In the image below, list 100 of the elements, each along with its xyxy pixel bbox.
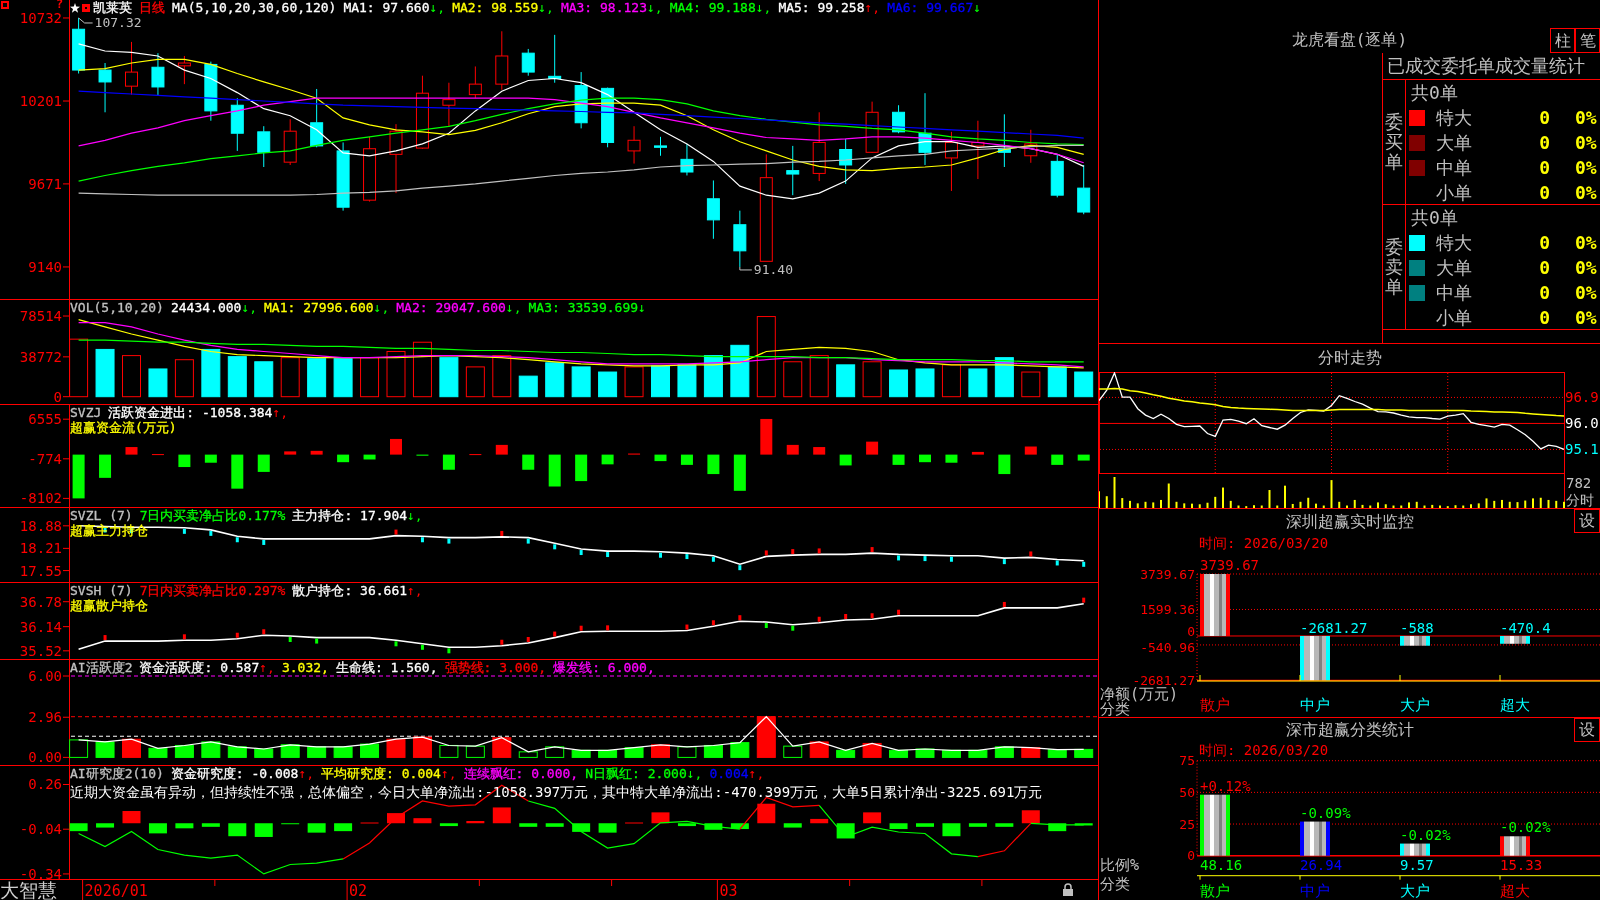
legend-text: 散户持仓: 36.661 — [292, 583, 408, 598]
legend-text: 生命线: 1.560, — [335, 660, 438, 675]
axis-tick-label: -8102 — [19, 490, 62, 507]
order-percent: 0% — [1575, 231, 1597, 255]
legend-text: MA4: 99.188 — [669, 0, 756, 15]
legend-text: MA1: 97.660 — [343, 0, 430, 15]
value-label: 9.57 — [1400, 857, 1434, 873]
legend-text: N日飘红: 2.000 — [585, 766, 687, 781]
order-size-label: 特大 — [1436, 231, 1473, 255]
order-count: 0 — [1538, 156, 1550, 180]
axis-tick-label: 17.55 — [19, 562, 62, 579]
legend-text: AI研究度2(10) — [70, 766, 164, 781]
order-size-label: 小单 — [1436, 181, 1473, 205]
timestamp-label: 时间: 2026/03/20 — [1198, 535, 1330, 552]
trend-arrow: ↑, — [298, 766, 315, 781]
axis-tick-label: -0.34 — [19, 865, 62, 879]
order-count: 0 — [1538, 306, 1550, 330]
category-label: 散户 — [1200, 882, 1230, 900]
legend-text: MA5: 99.258 — [778, 0, 865, 15]
axis-tick-label: 25 — [1179, 816, 1195, 832]
axis-tick-label: 50 — [1179, 784, 1195, 800]
panel-title: 深市超赢分类统计 — [1285, 720, 1414, 740]
axis-title: 分时 — [1566, 492, 1594, 508]
legend-text: 资金活跃度: 0.587 — [139, 660, 260, 675]
category-label: 大户 — [1400, 882, 1430, 900]
order-percent: 0% — [1575, 181, 1597, 205]
legend-text: VOL(5,10,20) — [70, 300, 164, 315]
trend-arrow: ↑, — [259, 660, 275, 675]
order-percent: 0% — [1575, 131, 1597, 155]
axis-tick-label: 2.96 — [28, 709, 62, 726]
order-count: 0 — [1538, 131, 1550, 155]
group-label: 委卖单 — [1385, 237, 1403, 297]
category-label: 大户 — [1400, 696, 1430, 714]
panel-title: 龙虎看盘(逐单) — [1291, 30, 1408, 50]
value-label: -588 — [1400, 619, 1434, 636]
trend-arrow: ↓, — [407, 508, 423, 523]
axis-tick-label: 0.26 — [28, 776, 62, 793]
legend-text: SVZL (7) — [70, 508, 133, 523]
legend-text: 凯莱英 — [93, 0, 132, 15]
trend-arrow: ↓, — [505, 300, 522, 315]
trend-arrow: ↑, — [864, 0, 881, 15]
legend-text: 超赢散户持仓 — [70, 598, 148, 613]
legend-text: MA1: 27996.600 — [264, 300, 374, 315]
order-percent: 0% — [1575, 156, 1597, 180]
order-percent: 0% — [1575, 106, 1597, 130]
axis-tick-label: 3739.67 — [1140, 566, 1195, 582]
order-percent: 0% — [1575, 306, 1597, 330]
legend-text: 0.004 — [709, 766, 749, 781]
axis-tick-label: 18.88 — [19, 517, 62, 534]
order-size-label: 小单 — [1436, 306, 1473, 330]
trend-arrow: ↓, — [429, 0, 446, 15]
category-label: 散户 — [1200, 696, 1230, 714]
legend-text: 超赢资金流(万元) — [70, 420, 177, 435]
trend-arrow: ↓ — [638, 300, 646, 315]
value-label: -2681.27 — [1300, 619, 1368, 636]
axis-tick-label: 96.0 — [1565, 415, 1599, 432]
legend-text: MA2: 98.559 — [452, 0, 539, 15]
axis-tick-label: 6555 — [28, 411, 62, 428]
timestamp-label: 时间: 2026/03/20 — [1198, 742, 1330, 758]
trend-arrow: ↓, — [755, 0, 772, 15]
axis-tick-label: 18.21 — [19, 540, 62, 557]
order-size-label: 中单 — [1436, 281, 1473, 305]
order-size-label: 大单 — [1436, 131, 1473, 155]
legend-text: MA6: 99.667 — [887, 0, 974, 15]
category-label: 超大 — [1500, 696, 1530, 714]
order-count: 0 — [1538, 231, 1550, 255]
order-count: 0 — [1538, 256, 1550, 280]
brand-name: 大智慧 — [0, 880, 58, 900]
order-size-label: 中单 — [1436, 156, 1473, 180]
legend-text: 主力持仓: 17.904 — [292, 508, 408, 523]
date-label: 02 — [349, 882, 368, 900]
axis-title: 分类 — [1100, 875, 1130, 893]
category-label: 中户 — [1300, 696, 1330, 714]
legend-text: AI活跃度2 — [70, 660, 133, 675]
legend-text: 日线 — [139, 0, 165, 15]
axis-tick-label: 78514 — [19, 308, 62, 324]
legend-text: 活跃资金进出: -1058.384 — [108, 405, 273, 420]
trend-arrow: ↑, — [440, 766, 457, 781]
order-count: 0 — [1538, 281, 1550, 305]
axis-tick-label: 6.00 — [28, 668, 62, 684]
axis-tick-label: -0.04 — [19, 821, 62, 838]
axis-title: 比例% — [1100, 856, 1140, 874]
group-total: 共0单 — [1410, 206, 1459, 230]
axis-tick-label: 10732 — [19, 10, 62, 26]
group-total: 共0单 — [1410, 81, 1459, 105]
legend-text: 连续飘红: 0.000, — [463, 766, 579, 781]
order-size-label: 特大 — [1436, 106, 1473, 130]
order-percent: 0% — [1575, 281, 1597, 305]
legend-text: 平均研究度: 0.004 — [321, 766, 441, 781]
legend-text: SVZJ — [70, 405, 102, 420]
axis-tick-label: -774 — [28, 450, 62, 467]
axis-tick-label: 36.78 — [19, 593, 62, 610]
trend-arrow: ↓, — [241, 300, 258, 315]
legend-text: MA3: 33539.699 — [528, 300, 639, 315]
legend-text: MA2: 29047.600 — [396, 300, 506, 315]
legend-text: 7日内买卖净占比0.177% — [139, 508, 286, 523]
trend-arrow: ↑, — [272, 405, 289, 420]
value-label: -470.4 — [1500, 619, 1551, 636]
axis-tick-label: 1599.36 — [1140, 601, 1195, 617]
trend-arrow: ↓, — [373, 300, 390, 315]
